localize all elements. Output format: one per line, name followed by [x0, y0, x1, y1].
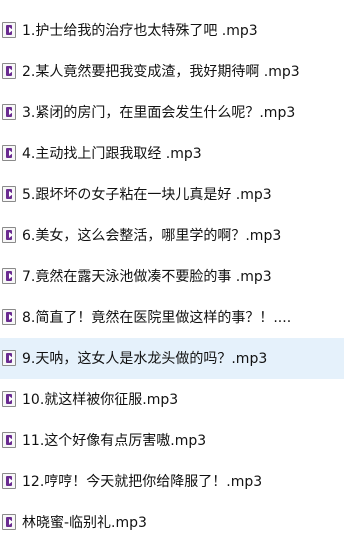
file-name: 5.跟坏坏の女子粘在一块儿真是好 .mp3 [22, 187, 272, 203]
audio-file-icon [2, 473, 16, 489]
file-list: 1.护士给我的治疗也太特殊了吧 .mp3 2.某人竟然要把我变成渣，我好期待啊 … [0, 10, 344, 546]
file-name: 3.紧闭的房门，在里面会发生什么呢？.mp3 [22, 105, 296, 121]
audio-file-icon [2, 145, 16, 161]
file-item[interactable]: 7.竟然在露天泳池做凑不要脸的事 .mp3 [0, 256, 344, 297]
audio-file-icon [2, 391, 16, 407]
audio-file-icon [2, 514, 16, 530]
file-item[interactable]: 6.美女，这么会整活，哪里学的啊？.mp3 [0, 215, 344, 256]
audio-file-icon [2, 22, 16, 38]
file-item[interactable]: 5.跟坏坏の女子粘在一块儿真是好 .mp3 [0, 174, 344, 215]
file-item[interactable]: 10.就这样被你征服.mp3 [0, 379, 344, 420]
file-item[interactable]: 12.哼哼！今天就把你给降服了！.mp3 [0, 461, 344, 502]
file-name: 8.简直了！竟然在医院里做这样的事？！.... [22, 310, 292, 326]
file-name: 12.哼哼！今天就把你给降服了！.mp3 [22, 474, 263, 490]
file-name: 11.这个好像有点厉害嗷.mp3 [22, 433, 207, 449]
audio-file-icon [2, 432, 16, 448]
file-item[interactable]: 2.某人竟然要把我变成渣，我好期待啊 .mp3 [0, 51, 344, 92]
file-name: 6.美女，这么会整活，哪里学的啊？.mp3 [22, 228, 282, 244]
file-item[interactable]: 4.主动找上门跟我取经 .mp3 [0, 133, 344, 174]
file-item[interactable]: 11.这个好像有点厉害嗷.mp3 [0, 420, 344, 461]
audio-file-icon [2, 186, 16, 202]
audio-file-icon [2, 268, 16, 284]
file-name: 10.就这样被你征服.mp3 [22, 392, 179, 408]
audio-file-icon [2, 227, 16, 243]
file-name: 7.竟然在露天泳池做凑不要脸的事 .mp3 [22, 269, 272, 285]
audio-file-icon [2, 350, 16, 366]
audio-file-icon [2, 63, 16, 79]
file-name: 1.护士给我的治疗也太特殊了吧 .mp3 [22, 23, 258, 39]
audio-file-icon [2, 309, 16, 325]
audio-file-icon [2, 104, 16, 120]
file-item[interactable]: 8.简直了！竟然在医院里做这样的事？！.... [0, 297, 344, 338]
file-name: 9.天呐，这女人是水龙头做的吗？.mp3 [22, 351, 268, 367]
file-item[interactable]: 1.护士给我的治疗也太特殊了吧 .mp3 [0, 10, 344, 51]
file-item-selected[interactable]: 9.天呐，这女人是水龙头做的吗？.mp3 [0, 338, 344, 379]
file-name: 林晓蜜-临别礼.mp3 [22, 515, 147, 531]
file-name: 4.主动找上门跟我取经 .mp3 [22, 146, 202, 162]
file-name: 2.某人竟然要把我变成渣，我好期待啊 .mp3 [22, 64, 300, 80]
file-item[interactable]: 林晓蜜-临别礼.mp3 [0, 502, 344, 543]
file-item[interactable]: 3.紧闭的房门，在里面会发生什么呢？.mp3 [0, 92, 344, 133]
